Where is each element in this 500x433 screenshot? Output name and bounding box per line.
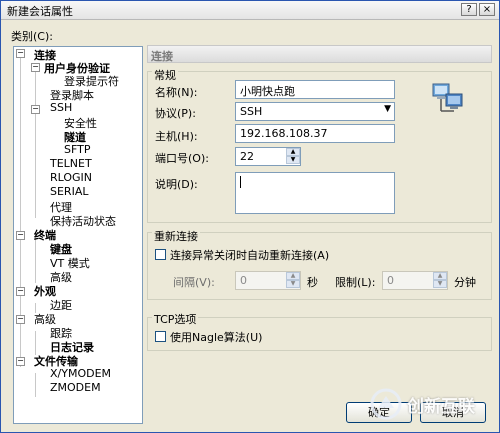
protocol-select[interactable]: SSH ▼	[235, 102, 395, 121]
interval-value: 0	[240, 274, 247, 287]
auto-reconnect-label[interactable]: 连接异常关闭时自动重新连接(A)	[170, 247, 329, 263]
tree-line	[35, 237, 36, 283]
limit-unit: 分钟	[454, 276, 476, 289]
interval-unit: 秒	[307, 276, 318, 289]
spin-down-icon[interactable]: ▼	[433, 280, 447, 288]
description-textarea[interactable]	[235, 172, 395, 214]
general-group-title: 常规	[152, 67, 178, 83]
protocol-label: 协议(P):	[155, 107, 196, 120]
name-input[interactable]: 小明快点跑	[235, 80, 395, 99]
description-label: 说明(D):	[155, 178, 198, 191]
collapse-icon[interactable]: −	[16, 357, 25, 366]
spin-up-icon[interactable]: ▲	[286, 272, 300, 280]
collapse-icon[interactable]: −	[16, 49, 25, 58]
spin-down-icon[interactable]: ▼	[286, 280, 300, 288]
tree-line	[35, 331, 36, 355]
network-computer-icon	[431, 81, 465, 115]
collapse-icon[interactable]: −	[31, 105, 40, 114]
tree-item-sftp[interactable]: SFTP	[64, 143, 90, 156]
close-button[interactable]: ×	[479, 3, 495, 16]
tree-item-telnet[interactable]: TELNET	[50, 157, 92, 170]
interval-stepper[interactable]: 0 ▲ ▼	[235, 271, 301, 290]
tree-item-rlogin[interactable]: RLOGIN	[50, 171, 92, 184]
collapse-icon[interactable]: −	[16, 231, 25, 240]
collapse-icon[interactable]: −	[16, 287, 25, 296]
tree-item-zmodem[interactable]: ZMODEM	[50, 381, 101, 394]
tree-item-xymodem[interactable]: X/YMODEM	[50, 367, 111, 380]
help-button[interactable]: ?	[461, 3, 477, 16]
port-stepper[interactable]: 22 ▲ ▼	[235, 147, 301, 166]
protocol-value: SSH	[240, 105, 263, 118]
window-title: 新建会话属性	[7, 5, 73, 18]
interval-label: 间隔(V):	[173, 276, 215, 289]
tree-item-serial[interactable]: SERIAL	[50, 185, 88, 198]
category-label: 类别(C):	[11, 30, 53, 43]
tree-item-keepalive[interactable]: 保持活动状态	[50, 213, 116, 229]
tree-line	[35, 373, 36, 397]
spin-up-icon[interactable]: ▲	[433, 272, 447, 280]
text-cursor	[240, 176, 241, 188]
panel-header: 连接	[147, 45, 492, 63]
watermark: 创新互联	[369, 384, 497, 424]
chevron-down-icon[interactable]: ▼	[384, 104, 391, 114]
spin-up-icon[interactable]: ▲	[286, 148, 300, 156]
tcp-group-title: TCP选项	[152, 311, 199, 327]
collapse-icon[interactable]: −	[31, 63, 40, 72]
title-bar: 新建会话属性 ? ×	[1, 1, 499, 20]
limit-label: 限制(L):	[335, 276, 376, 289]
limit-spinner[interactable]: ▲ ▼	[433, 272, 447, 289]
spin-down-icon[interactable]: ▼	[286, 156, 300, 164]
auto-reconnect-checkbox[interactable]	[155, 249, 166, 260]
reconnect-group-title: 重新连接	[152, 228, 200, 244]
host-label: 主机(H):	[155, 130, 198, 143]
tree-line	[35, 71, 36, 218]
tree-item-ssh[interactable]: SSH	[50, 101, 72, 114]
interval-spinner[interactable]: ▲ ▼	[286, 272, 300, 289]
watermark-logo-icon	[370, 388, 402, 420]
port-spinner[interactable]: ▲ ▼	[286, 148, 300, 165]
watermark-text: 创新互联	[407, 397, 475, 417]
limit-value: 0	[387, 274, 394, 287]
port-value: 22	[240, 150, 254, 163]
collapse-icon[interactable]: −	[16, 315, 25, 324]
port-label: 端口号(O):	[155, 152, 209, 165]
nagle-checkbox[interactable]	[155, 331, 166, 342]
limit-stepper[interactable]: 0 ▲ ▼	[382, 271, 448, 290]
name-label: 名称(N):	[155, 86, 198, 99]
panel-header-title: 连接	[151, 50, 173, 63]
category-tree[interactable]: − 连接 − 用户身份验证 登录提示符 登录脚本 − SSH 安全性 隧道 SF…	[13, 46, 143, 424]
session-properties-dialog: 新建会话属性 ? × 类别(C): − 连接 − 用户身份验证 登录提示符 登录…	[0, 0, 500, 433]
host-input[interactable]: 192.168.108.37	[235, 124, 395, 143]
nagle-label[interactable]: 使用Nagle算法(U)	[170, 329, 262, 345]
